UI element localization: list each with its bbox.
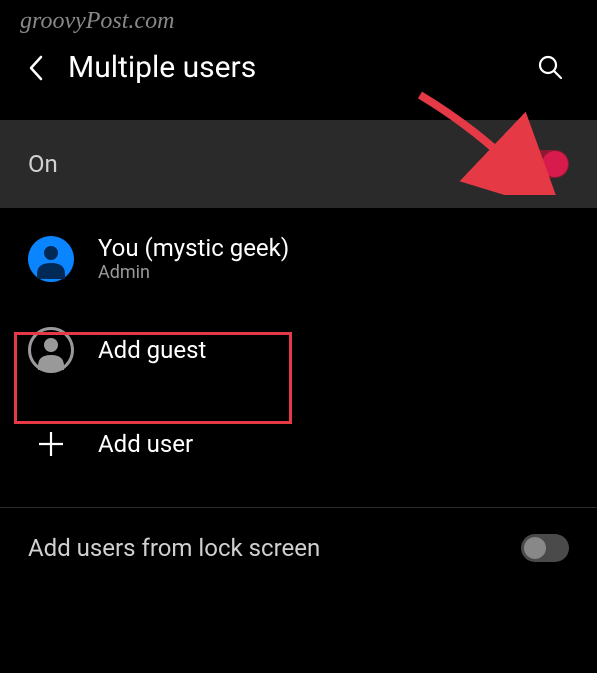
lockscreen-toggle[interactable] bbox=[521, 534, 569, 562]
user-item-you[interactable]: You (mystic geek) Admin bbox=[0, 216, 597, 301]
lockscreen-label: Add users from lock screen bbox=[28, 534, 320, 562]
lockscreen-row: Add users from lock screen bbox=[0, 512, 597, 584]
watermark-text: groovyPost.com bbox=[20, 8, 174, 35]
user-role: Admin bbox=[98, 262, 289, 283]
add-guest-item[interactable]: Add guest bbox=[0, 301, 597, 399]
search-icon[interactable] bbox=[537, 54, 565, 82]
guest-avatar-icon bbox=[28, 327, 74, 373]
user-list: You (mystic geek) Admin Add guest Add us… bbox=[0, 208, 597, 489]
page-title: Multiple users bbox=[68, 50, 517, 85]
plus-icon bbox=[28, 421, 74, 467]
divider bbox=[0, 507, 597, 508]
user-avatar-icon bbox=[28, 236, 74, 282]
back-icon[interactable] bbox=[24, 56, 48, 80]
add-user-item[interactable]: Add user bbox=[0, 399, 597, 489]
main-toggle-label: On bbox=[28, 150, 58, 178]
add-user-label: Add user bbox=[98, 430, 193, 458]
user-name: You (mystic geek) bbox=[98, 234, 289, 262]
main-toggle[interactable] bbox=[521, 150, 569, 178]
main-toggle-row: On bbox=[0, 120, 597, 208]
add-guest-label: Add guest bbox=[98, 336, 206, 364]
